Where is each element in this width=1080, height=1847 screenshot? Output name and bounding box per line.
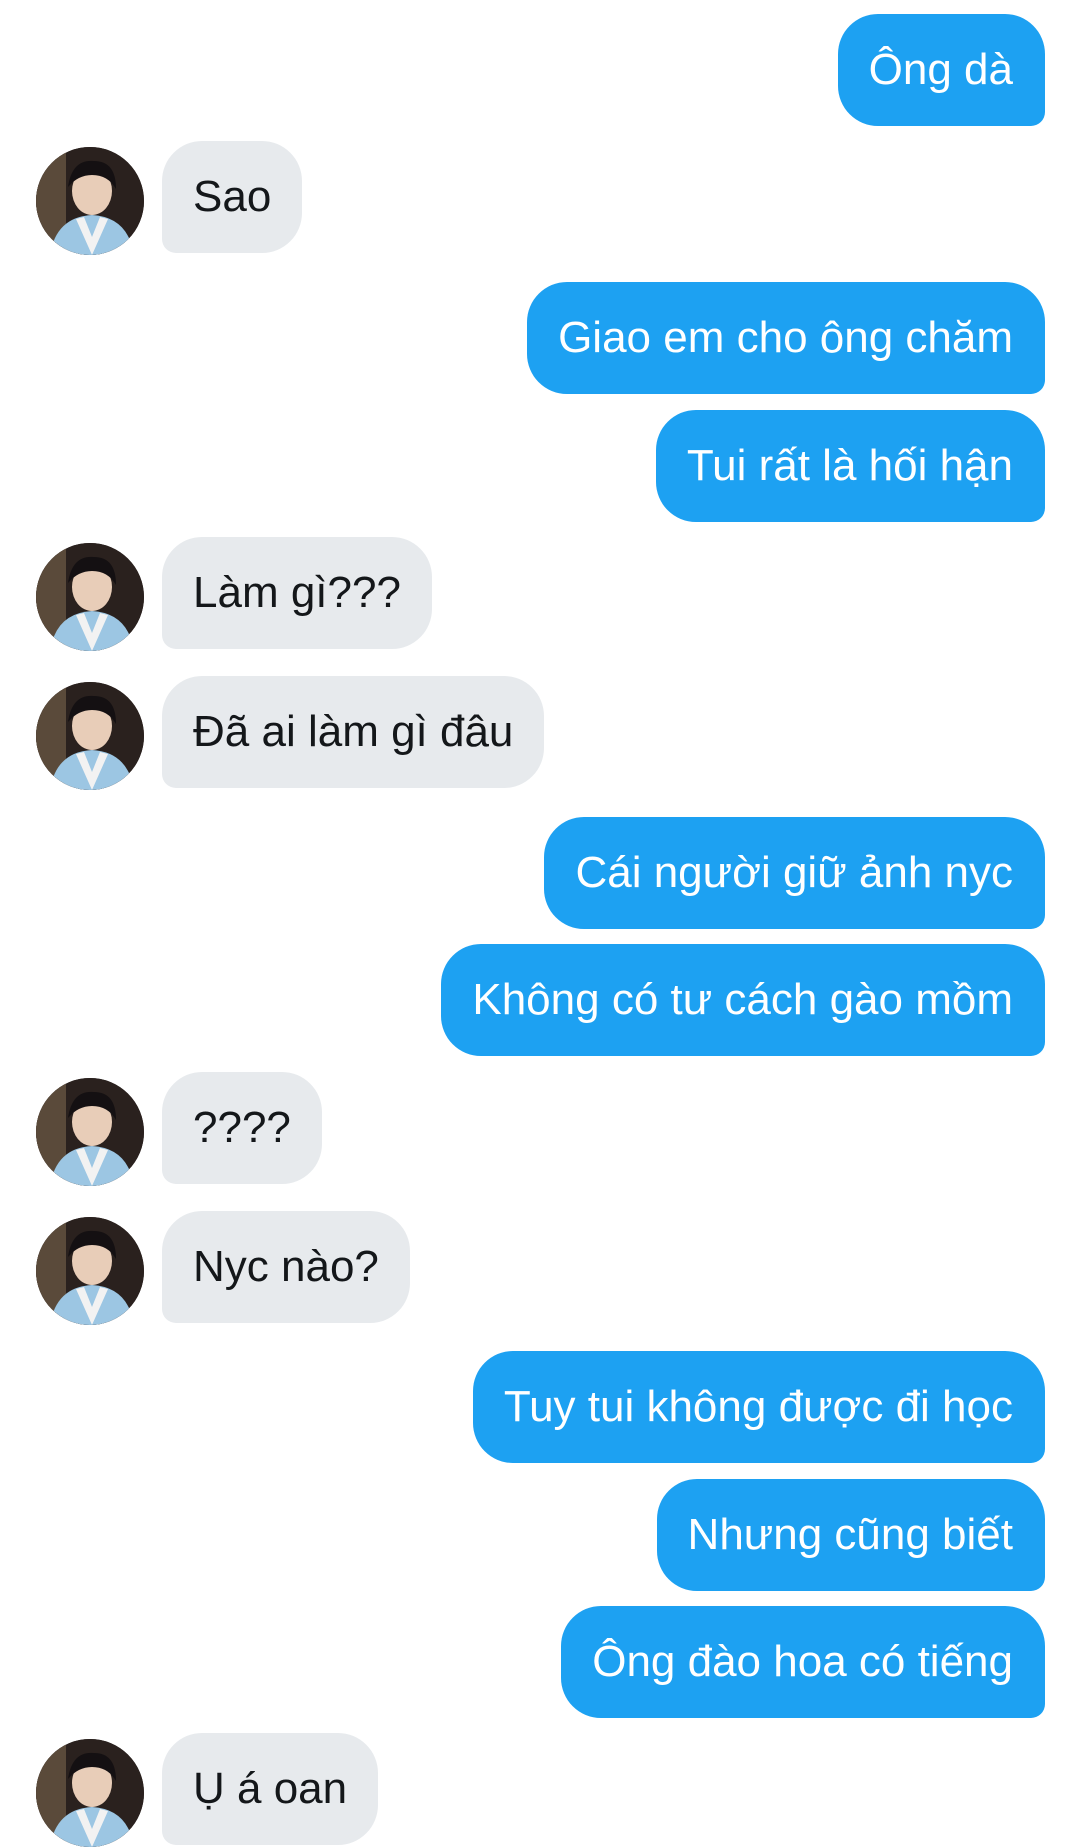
message-row-outgoing: Tuy tui không được đi học (0, 1351, 1080, 1463)
message-bubble-outgoing[interactable]: Ông đào hoa có tiếng (561, 1606, 1045, 1718)
contact-avatar[interactable] (36, 147, 144, 255)
message-bubble-outgoing[interactable]: Không có tư cách gào mồm (441, 944, 1045, 1056)
contact-avatar[interactable] (36, 1739, 144, 1847)
message-row-outgoing: Giao em cho ông chăm (0, 282, 1080, 394)
message-row-outgoing: Nhưng cũng biết (0, 1479, 1080, 1591)
contact-avatar[interactable] (36, 1078, 144, 1186)
message-row-incoming: Đã ai làm gì đâu (0, 676, 1080, 790)
message-bubble-outgoing[interactable]: Tui rất là hối hận (655, 410, 1045, 522)
message-bubble-incoming[interactable]: Ụ á oan (162, 1733, 379, 1845)
message-row-outgoing: Cái người giữ ảnh nyc (0, 817, 1080, 929)
message-bubble-outgoing[interactable]: Ông dà (837, 14, 1045, 126)
message-row-incoming: Làm gì??? (0, 537, 1080, 651)
message-row-incoming: Nyc nào? (0, 1211, 1080, 1325)
message-row-outgoing: Ông đào hoa có tiếng (0, 1606, 1080, 1718)
avatar-photo-icon (36, 1217, 144, 1325)
message-row-outgoing: Không có tư cách gào mồm (0, 944, 1080, 1056)
message-bubble-incoming[interactable]: Sao (162, 141, 303, 253)
message-bubble-outgoing[interactable]: Giao em cho ông chăm (527, 282, 1045, 394)
avatar-photo-icon (36, 147, 144, 255)
avatar-photo-icon (36, 1739, 144, 1847)
avatar-photo-icon (36, 543, 144, 651)
message-row-incoming: Sao (0, 141, 1080, 255)
message-bubble-incoming[interactable]: Làm gì??? (162, 537, 432, 649)
avatar-photo-icon (36, 1078, 144, 1186)
contact-avatar[interactable] (36, 1217, 144, 1325)
message-bubble-outgoing[interactable]: Cái người giữ ảnh nyc (544, 817, 1045, 929)
message-row-incoming: Ụ á oan (0, 1733, 1080, 1847)
chat-thread: Ông dà Sao Giao em cho ông chăm Tui rất … (0, 0, 1080, 1847)
message-bubble-incoming[interactable]: ???? (162, 1072, 322, 1184)
message-row-outgoing: Tui rất là hối hận (0, 410, 1080, 522)
message-row-outgoing: Ông dà (0, 14, 1080, 126)
message-bubble-outgoing[interactable]: Nhưng cũng biết (656, 1479, 1045, 1591)
message-row-incoming: ???? (0, 1072, 1080, 1186)
message-bubble-incoming[interactable]: Đã ai làm gì đâu (162, 676, 545, 788)
message-bubble-outgoing[interactable]: Tuy tui không được đi học (472, 1351, 1045, 1463)
contact-avatar[interactable] (36, 543, 144, 651)
avatar-photo-icon (36, 682, 144, 790)
message-bubble-incoming[interactable]: Nyc nào? (162, 1211, 410, 1323)
contact-avatar[interactable] (36, 682, 144, 790)
